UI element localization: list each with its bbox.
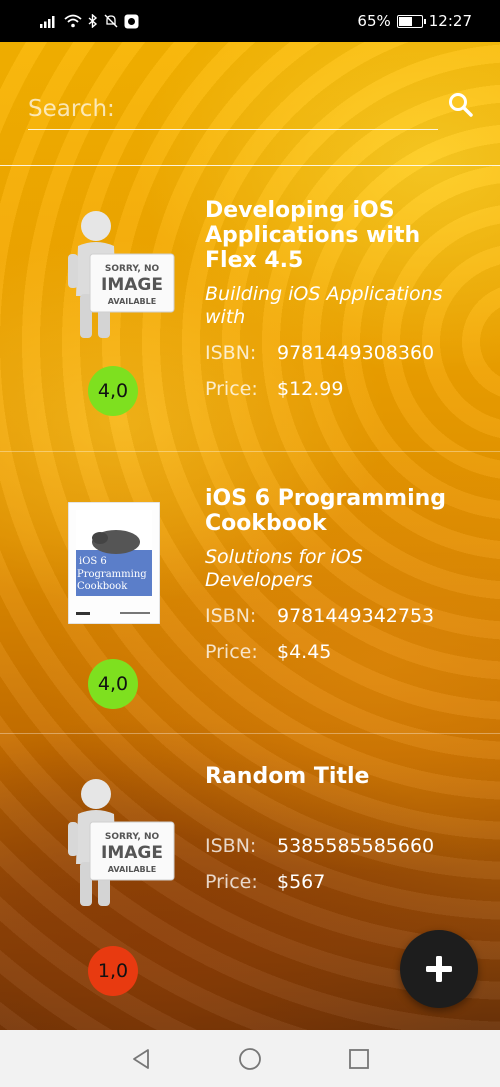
wifi-icon xyxy=(64,14,82,28)
app-notification-icon xyxy=(124,14,139,28)
svg-text:Cookbook: Cookbook xyxy=(77,581,128,592)
clock: 12:27 xyxy=(428,12,472,30)
book-info: Developing iOS Applications with Flex 4.… xyxy=(205,198,475,401)
search-bar xyxy=(0,42,500,166)
plus-icon xyxy=(426,956,452,982)
svg-text:SORRY, NO: SORRY, NO xyxy=(105,832,160,842)
price-value: $12.99 xyxy=(277,378,344,400)
signal-icon xyxy=(40,15,55,28)
svg-text:AVAILABLE: AVAILABLE xyxy=(108,865,156,874)
isbn-value: 5385585585660 xyxy=(277,835,435,857)
price-row: Price: $567 xyxy=(205,871,475,894)
recents-icon xyxy=(349,1048,369,1069)
status-icons xyxy=(40,14,139,29)
book-title: iOS 6 Programming Cookbook xyxy=(205,486,447,536)
home-button[interactable] xyxy=(238,1047,262,1071)
isbn-label: ISBN: xyxy=(205,342,257,364)
back-icon xyxy=(133,1048,149,1069)
battery-icon xyxy=(396,14,426,28)
svg-text:AVAILABLE: AVAILABLE xyxy=(108,297,156,306)
no-image-placeholder-icon: SORRY, NO IMAGE AVAILABLE xyxy=(68,211,175,338)
rating-badge: 4,0 xyxy=(88,366,138,416)
recents-button[interactable] xyxy=(347,1047,371,1071)
price-row: Price: $4.45 xyxy=(205,641,475,664)
svg-text:Programming: Programming xyxy=(77,569,147,580)
book-info: Random Title ISBN: 5385585585660 Price: … xyxy=(205,764,475,894)
add-book-button[interactable] xyxy=(400,930,478,1008)
book-info: iOS 6 Programming Cookbook Solutions for… xyxy=(205,486,475,664)
no-image-placeholder-icon: SORRY, NO IMAGE AVAILABLE xyxy=(68,779,175,906)
book-subtitle: Solutions for iOS Developers xyxy=(205,546,363,591)
svg-text:iOS 6: iOS 6 xyxy=(79,556,107,567)
search-input[interactable] xyxy=(28,88,438,130)
mute-icon xyxy=(104,14,118,28)
isbn-label: ISBN: xyxy=(205,835,257,857)
price-label: Price: xyxy=(205,378,258,400)
status-bar: 65% 12:27 xyxy=(0,0,500,42)
price-value: $567 xyxy=(277,871,326,893)
isbn-row: ISBN: 9781449342753 xyxy=(205,605,475,628)
isbn-row: ISBN: 5385585585660 xyxy=(205,835,475,858)
app-content: SORRY, NO IMAGE AVAILABLE 4,0 Developing… xyxy=(0,42,500,1030)
book-title: Random Title xyxy=(205,764,370,789)
book-title: Developing iOS Applications with Flex 4.… xyxy=(205,198,421,273)
bluetooth-icon xyxy=(88,14,98,28)
svg-text:SORRY, NO: SORRY, NO xyxy=(105,264,160,274)
price-label: Price: xyxy=(205,641,258,663)
rating-badge: 4,0 xyxy=(88,659,138,709)
book-cover-image: iOS 6 Programming Cookbook xyxy=(68,502,160,624)
svg-text:IMAGE: IMAGE xyxy=(101,843,163,863)
system-nav-bar xyxy=(0,1030,500,1087)
svg-text:IMAGE: IMAGE xyxy=(101,275,163,295)
price-label: Price: xyxy=(205,871,258,893)
isbn-value: 9781449342753 xyxy=(277,605,435,627)
isbn-value: 9781449308360 xyxy=(277,342,435,364)
home-icon xyxy=(239,1047,261,1070)
book-item[interactable]: iOS 6 Programming Cookbook 4,0 iOS 6 Pro… xyxy=(0,452,500,734)
isbn-row: ISBN: 9781449308360 xyxy=(205,342,475,365)
status-right: 65% 12:27 xyxy=(357,12,472,30)
book-subtitle: Building iOS Applications with xyxy=(205,283,443,328)
book-item[interactable]: SORRY, NO IMAGE AVAILABLE 4,0 Developing… xyxy=(0,166,500,452)
battery-percent: 65% xyxy=(357,12,391,30)
back-button[interactable] xyxy=(129,1047,153,1071)
search-icon[interactable] xyxy=(448,92,474,118)
rating-badge: 1,0 xyxy=(88,946,138,996)
price-row: Price: $12.99 xyxy=(205,378,475,401)
book-list: SORRY, NO IMAGE AVAILABLE 4,0 Developing… xyxy=(0,166,500,1030)
isbn-label: ISBN: xyxy=(205,605,257,627)
price-value: $4.45 xyxy=(277,641,332,663)
